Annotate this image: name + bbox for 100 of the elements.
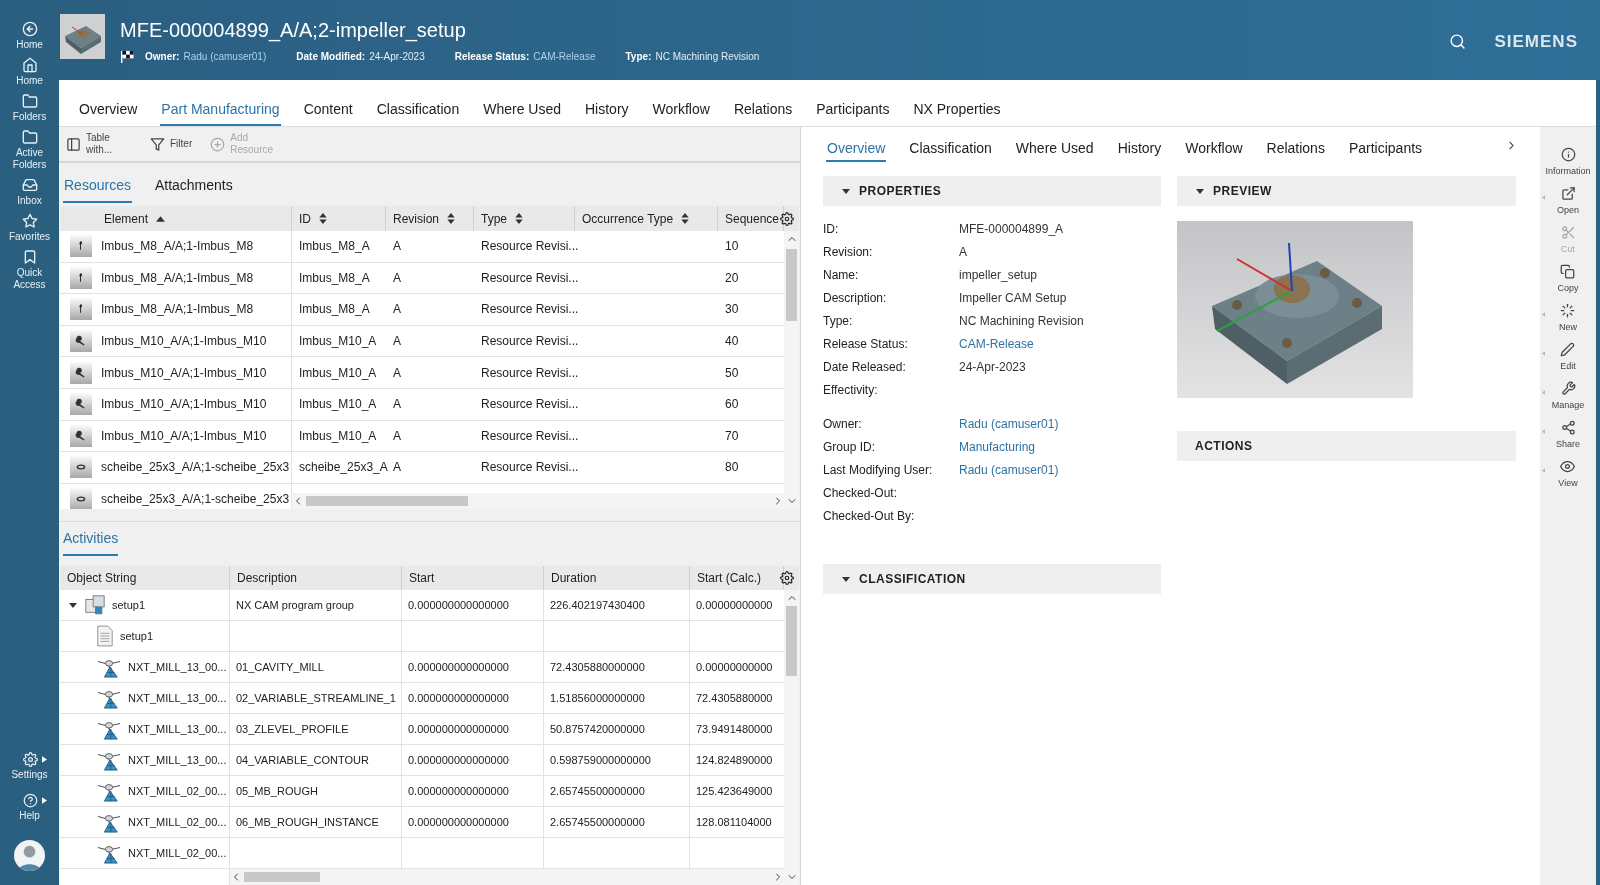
vertical-scrollbar[interactable] (784, 231, 799, 509)
tab[interactable]: Workflow (1184, 138, 1244, 162)
section-tab[interactable]: Activities (63, 528, 119, 556)
column-header[interactable]: Occurrence Type (582, 209, 674, 228)
table-cell-text: 50 (725, 364, 739, 382)
scrollbar-thumb[interactable] (244, 872, 320, 882)
horizontal-scrollbar[interactable] (292, 493, 784, 509)
command-button[interactable]: View (1558, 459, 1578, 489)
property-value: MFE-000004899_A (959, 220, 1064, 238)
add-icon (210, 136, 226, 152)
property-label: Date Released: (823, 358, 907, 376)
nav-item[interactable]: Inbox (0, 176, 59, 212)
section-header[interactable]: PREVIEW (1177, 176, 1516, 206)
sort-icon[interactable] (681, 213, 690, 224)
caret-icon[interactable] (1195, 186, 1205, 196)
tab[interactable]: Participants (815, 99, 891, 126)
property-label: Release Status: (823, 335, 909, 353)
column-header[interactable]: ID (299, 209, 311, 228)
nav-item[interactable]: Home (0, 56, 59, 92)
column-header[interactable]: Type (481, 209, 507, 228)
property-link[interactable]: Radu (camuser01) (959, 460, 1059, 479)
program-group-icon (84, 594, 106, 616)
toolbar-button[interactable]: Filter (150, 136, 193, 152)
section-header[interactable]: CLASSIFICATION (823, 564, 1161, 594)
help-icon (22, 793, 38, 808)
section-header[interactable]: ACTIONS (1177, 431, 1516, 461)
object-name: NXT_MILL_02_00... (128, 783, 227, 799)
tab[interactable]: Workflow (651, 99, 711, 126)
scrollbar-thumb[interactable] (786, 606, 797, 676)
property-label: Type: (823, 312, 854, 330)
caret-icon[interactable] (841, 186, 851, 196)
column-header[interactable]: Revision (393, 209, 440, 228)
column-header[interactable]: Object String (67, 569, 137, 587)
tab[interactable]: Overview (826, 138, 887, 162)
column-header[interactable]: Sequence (725, 209, 780, 228)
sort-icon[interactable] (319, 213, 327, 224)
nav-item[interactable]: Settings (0, 752, 59, 793)
section-header[interactable]: PROPERTIES (823, 176, 1161, 206)
tab[interactable]: Attachments (153, 175, 234, 203)
meta-link[interactable]: CAM-Release (533, 49, 596, 64)
sort-icon[interactable] (515, 213, 523, 224)
command-button[interactable]: Share (1556, 420, 1580, 450)
tab[interactable]: Content (302, 99, 354, 126)
command-button[interactable]: Edit (1560, 342, 1576, 372)
command-button[interactable]: Copy (1557, 264, 1579, 294)
nav-item[interactable]: Help (0, 793, 59, 834)
tab[interactable]: History (1116, 138, 1163, 162)
tab[interactable]: Where Used (1014, 138, 1095, 162)
table-cell-text: 03_ZLEVEL_PROFILE (236, 721, 349, 737)
toolbar-button[interactable]: Table with... (66, 132, 132, 156)
table-cell-text: Imbus_M10_A (299, 333, 377, 351)
property-link[interactable]: Radu (camuser01) (959, 414, 1059, 433)
command-button[interactable]: Manage (1551, 381, 1585, 411)
nav-item[interactable]: Folders (0, 92, 59, 128)
command-button[interactable]: New (1559, 303, 1577, 333)
search-icon[interactable] (1449, 33, 1467, 50)
table-cell-text: scheibe_25x3_A/A;1-scheibe_25x3 (101, 491, 290, 509)
nav-item[interactable]: Active Folders (0, 128, 59, 176)
caret-icon[interactable] (841, 574, 851, 584)
table-cell-text: Imbus_M10_A/A;1-Imbus_M10 (101, 427, 267, 445)
tab[interactable]: Relations (1265, 138, 1326, 162)
column-header[interactable]: Start (Calc.) (697, 569, 761, 587)
column-header[interactable]: Element (104, 209, 149, 228)
table-cell-text: 1.51856000000000 (550, 690, 645, 706)
column-header[interactable]: Description (237, 569, 298, 587)
table-cell-text: 20 (725, 269, 739, 287)
sort-icon[interactable] (447, 213, 456, 224)
tab[interactable]: NX Properties (912, 99, 1002, 126)
table-cell-text: 125.423649000 (696, 783, 773, 799)
settings-icon[interactable] (780, 571, 794, 585)
meta-link[interactable]: Radu (camuser01) (183, 49, 267, 64)
tab[interactable]: Classification (908, 138, 993, 162)
vertical-scrollbar[interactable] (784, 590, 799, 885)
tab[interactable]: Classification (375, 99, 461, 126)
sort-ascending-icon[interactable] (156, 215, 166, 222)
avatar-icon[interactable] (14, 840, 45, 871)
column-header[interactable]: Start (409, 569, 435, 587)
tab[interactable]: Relations (732, 99, 794, 126)
command-button[interactable]: Information (1545, 147, 1591, 177)
tab[interactable]: Where Used (482, 99, 562, 126)
tool-thumbnail-icon (70, 424, 92, 447)
table-cell-text: 124.824890000 (696, 752, 773, 768)
horizontal-scrollbar[interactable] (230, 869, 784, 885)
nav-item[interactable]: Favorites (0, 212, 59, 248)
tool-thumbnail-icon (70, 488, 92, 509)
nav-item[interactable]: Home (0, 20, 59, 56)
command-button[interactable]: Open (1557, 186, 1579, 216)
tab[interactable]: Resources (63, 175, 132, 203)
tab[interactable]: Overview (78, 99, 139, 126)
property-link[interactable]: CAM-Release (959, 334, 1034, 353)
section-title: PROPERTIES (859, 183, 942, 200)
column-header[interactable]: Duration (551, 569, 597, 587)
property-link[interactable]: Manufacturing (959, 437, 1036, 456)
scrollbar-thumb[interactable] (306, 496, 468, 506)
tab[interactable]: History (584, 99, 630, 126)
tab[interactable]: Participants (1347, 138, 1424, 162)
caret-icon[interactable] (68, 600, 78, 610)
nav-item[interactable]: Quick Access (0, 248, 59, 296)
settings-icon[interactable] (780, 211, 794, 226)
scrollbar-thumb[interactable] (786, 249, 797, 321)
